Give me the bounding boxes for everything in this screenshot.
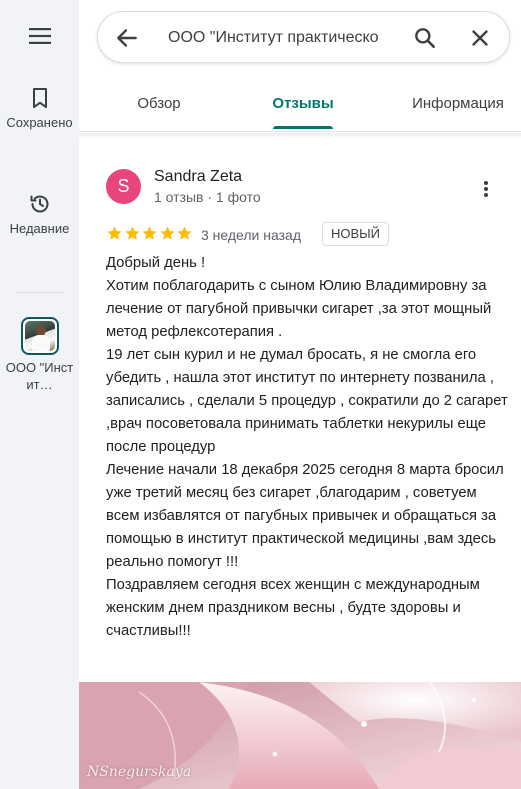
review-date: 3 недели назад bbox=[201, 227, 301, 243]
rail-divider bbox=[16, 292, 64, 293]
star-icon bbox=[107, 226, 122, 240]
rail-item-label: Недавние bbox=[9, 221, 70, 236]
tab-info[interactable]: Информация bbox=[395, 94, 521, 114]
star-rating bbox=[106, 225, 194, 243]
tab-reviews[interactable]: Отзывы bbox=[263, 94, 343, 114]
new-badge: НОВЫЙ bbox=[322, 222, 390, 246]
star-icon bbox=[177, 226, 192, 240]
star-icon bbox=[159, 226, 175, 240]
rail-item-label: ООО "Инстит… bbox=[5, 360, 74, 392]
review-photo[interactable]: NSnegurskaya bbox=[79, 682, 521, 789]
star-icon bbox=[124, 226, 140, 240]
bookmark-icon bbox=[32, 88, 47, 108]
menu-icon[interactable] bbox=[24, 22, 56, 50]
history-icon bbox=[30, 195, 48, 213]
rail-item-saved[interactable]: Сохранено bbox=[0, 86, 79, 131]
search-bar: ООО "Институт практическо bbox=[97, 11, 510, 63]
tab-overview[interactable]: Обзор bbox=[119, 94, 199, 114]
rail-item-label: Сохранено bbox=[6, 115, 73, 130]
tab-bar: Обзор Отзывы Информация bbox=[79, 80, 521, 132]
rail-item-place[interactable]: ООО "Инстит… bbox=[0, 317, 79, 393]
more-options-icon[interactable] bbox=[474, 177, 498, 201]
tab-bar-shadow bbox=[79, 133, 521, 138]
left-rail: Сохранено Недавние ООО "Инстит… bbox=[0, 0, 79, 789]
close-icon[interactable] bbox=[467, 25, 493, 51]
place-thumbnail bbox=[20, 317, 59, 355]
search-icon[interactable] bbox=[412, 25, 438, 51]
search-input[interactable]: ООО "Институт практическо bbox=[168, 27, 394, 49]
review-author-meta: 1 отзыв · 1 фото bbox=[154, 189, 261, 205]
rail-item-recent[interactable]: Недавние bbox=[0, 192, 79, 237]
active-tab-indicator bbox=[273, 126, 333, 129]
back-arrow-icon[interactable] bbox=[114, 25, 140, 51]
review-text: Добрый день ! Хотим поблагодарить с сыно… bbox=[106, 255, 508, 639]
review-author-name[interactable]: Sandra Zeta bbox=[154, 167, 242, 187]
photo-signature: NSnegurskaya bbox=[87, 764, 192, 780]
star-icon bbox=[142, 226, 157, 240]
avatar[interactable]: S bbox=[106, 169, 141, 204]
